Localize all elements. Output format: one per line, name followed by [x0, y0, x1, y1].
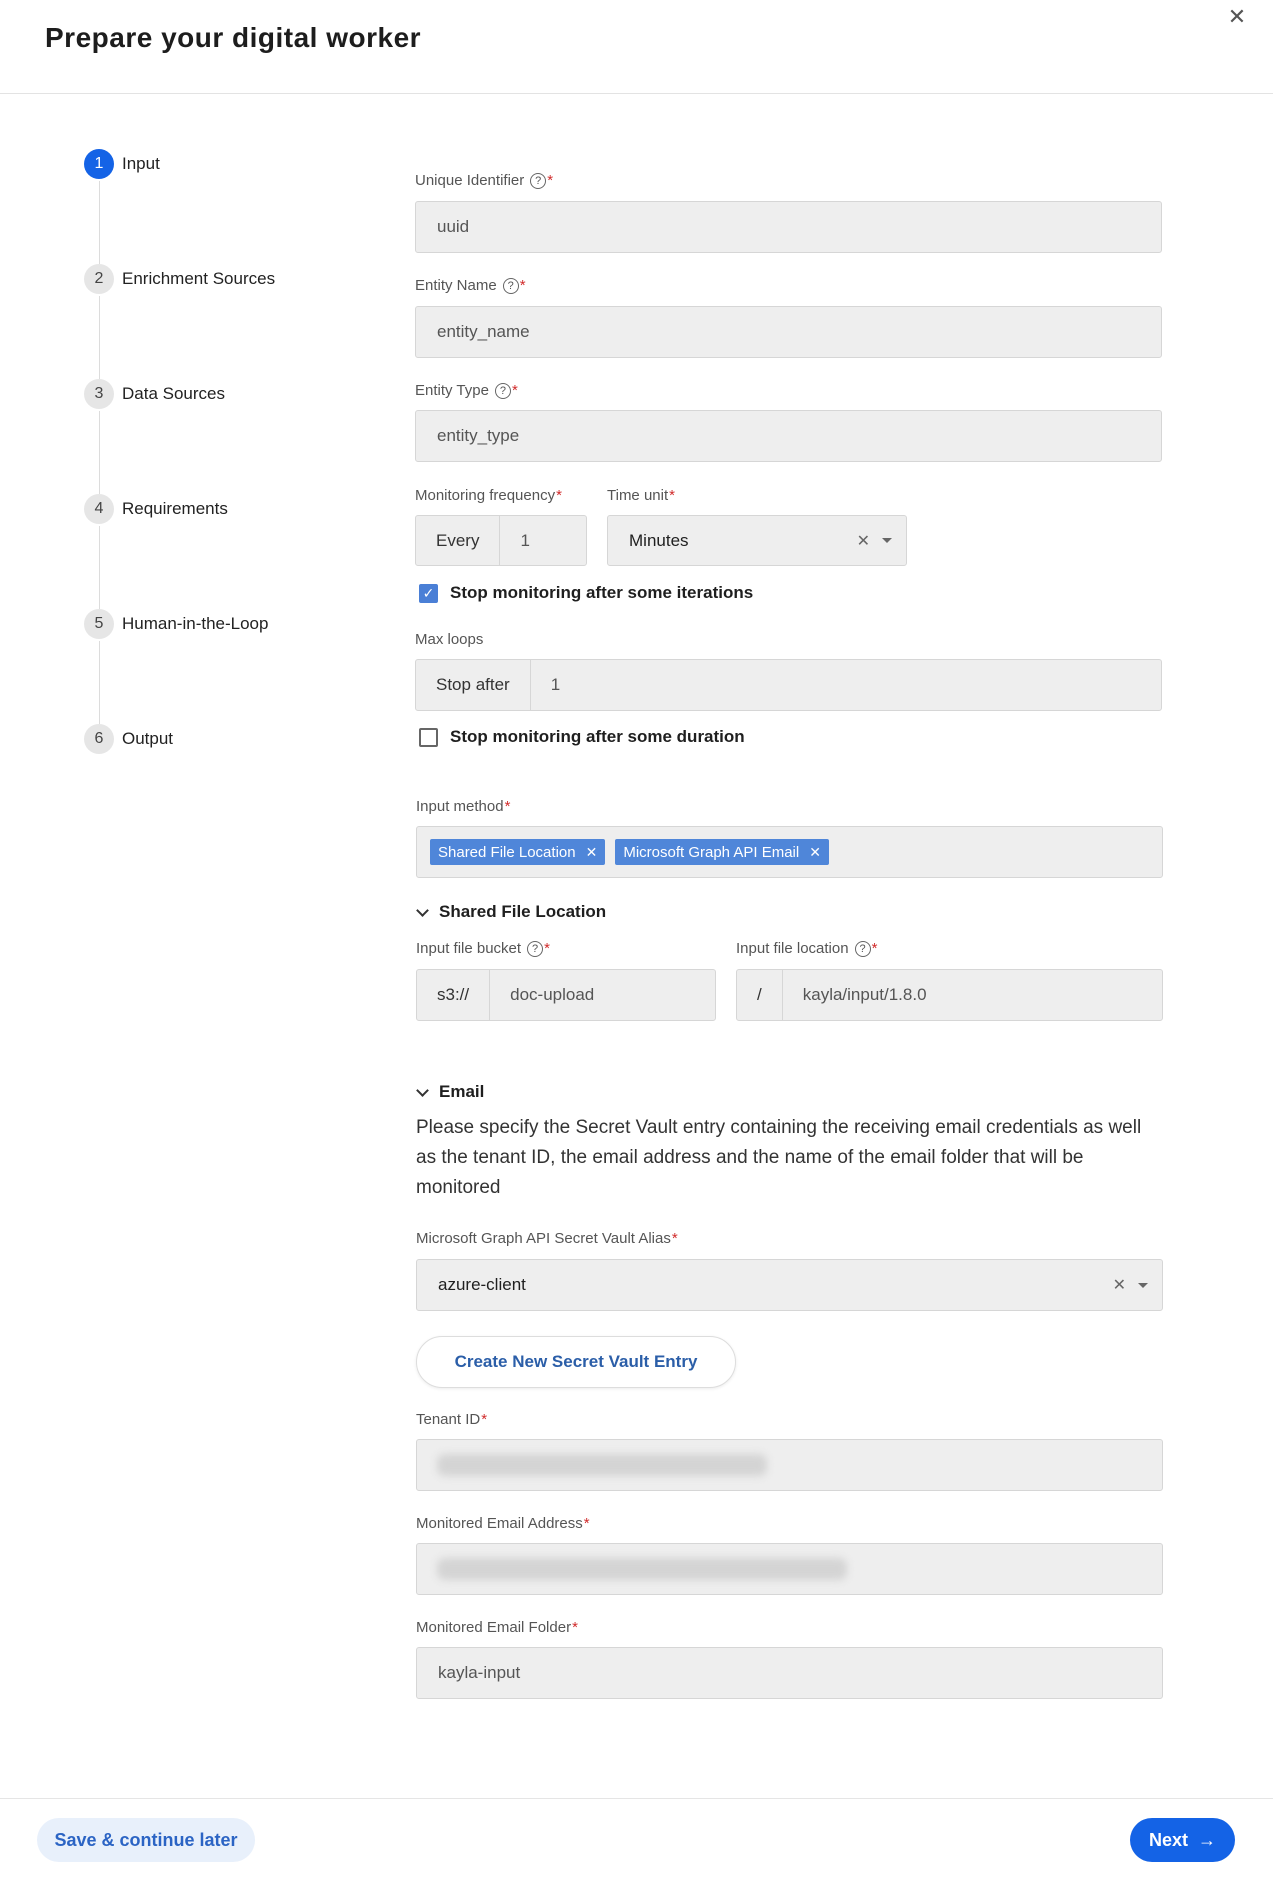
step-output[interactable]: 6 Output	[84, 724, 173, 754]
time-unit-label: Time unit *	[607, 487, 675, 504]
frequency-prefix: Every	[416, 516, 501, 565]
time-unit-select[interactable]: Minutes ✕	[607, 515, 907, 566]
step-number: 6	[84, 724, 114, 754]
clear-icon[interactable]: ✕	[1113, 1275, 1126, 1295]
step-connector	[99, 641, 100, 731]
max-loops-prefix: Stop after	[416, 660, 531, 710]
entity-type-label: Entity Type ? *	[415, 382, 518, 399]
chip-microsoft-graph-api-email: Microsoft Graph API Email ✕	[615, 839, 829, 865]
step-label: Input	[122, 154, 160, 173]
monitored-email-address-input[interactable]	[416, 1543, 1163, 1595]
tenant-id-label: Tenant ID *	[416, 1411, 488, 1428]
help-circle-icon[interactable]: ?	[854, 940, 871, 957]
remove-chip-icon[interactable]: ✕	[586, 844, 598, 861]
redacted-value	[437, 1454, 767, 1476]
help-circle-icon[interactable]: ?	[494, 382, 511, 399]
help-circle-icon[interactable]: ?	[527, 940, 544, 957]
entity-type-input[interactable]: entity_type	[415, 410, 1162, 462]
input-method-multiselect[interactable]: Shared File Location ✕ Microsoft Graph A…	[416, 826, 1163, 878]
step-label: Output	[122, 729, 174, 748]
step-number: 5	[84, 609, 114, 639]
unique-identifier-input[interactable]: uuid	[415, 201, 1162, 253]
step-connector	[99, 296, 100, 386]
monitored-email-address-label: Monitored Email Address *	[416, 1515, 590, 1532]
step-connector	[99, 181, 100, 271]
step-label: Human-in-the-Loop	[122, 614, 269, 633]
input-file-location-input[interactable]: / kayla/input/1.8.0	[736, 969, 1163, 1021]
secret-vault-alias-select[interactable]: azure-client ✕	[416, 1259, 1163, 1311]
page-title: Prepare your digital worker	[45, 22, 422, 53]
step-label: Requirements	[122, 499, 228, 518]
redacted-value	[437, 1558, 847, 1580]
chevron-down-icon[interactable]	[1138, 1282, 1148, 1288]
close-icon[interactable]: ✕	[1224, 4, 1250, 30]
stop-iterations-checkbox[interactable]: ✓ Stop monitoring after some iterations	[419, 583, 753, 603]
help-circle-icon[interactable]: ?	[530, 172, 547, 189]
chevron-down-icon	[416, 1083, 429, 1097]
chevron-down-icon	[416, 903, 429, 917]
step-requirements[interactable]: 4 Requirements	[84, 494, 228, 524]
secret-vault-alias-label: Microsoft Graph API Secret Vault Alias *	[416, 1230, 678, 1247]
entity-name-input[interactable]: entity_name	[415, 306, 1162, 358]
save-continue-later-button[interactable]: Save & continue later	[37, 1818, 255, 1862]
checkmark-icon: ✓	[419, 583, 438, 603]
remove-chip-icon[interactable]: ✕	[809, 844, 821, 861]
step-number: 4	[84, 494, 114, 524]
step-data-sources[interactable]: 3 Data Sources	[84, 379, 225, 409]
chevron-down-icon[interactable]	[882, 538, 892, 543]
step-human-in-the-loop[interactable]: 5 Human-in-the-Loop	[84, 609, 268, 639]
chip-shared-file-location: Shared File Location ✕	[430, 839, 606, 865]
step-enrichment-sources[interactable]: 2 Enrichment Sources	[84, 264, 275, 294]
step-number: 2	[84, 264, 114, 294]
step-label: Data Sources	[122, 384, 225, 403]
step-label: Enrichment Sources	[122, 269, 276, 288]
monitored-email-folder-input[interactable]: kayla-input	[416, 1647, 1163, 1699]
stop-duration-checkbox[interactable]: Stop monitoring after some duration	[419, 727, 745, 747]
input-file-bucket-input[interactable]: s3:// doc-upload	[416, 969, 716, 1021]
monitoring-frequency-input[interactable]: Every 1	[415, 515, 587, 566]
monitored-email-folder-label: Monitored Email Folder *	[416, 1619, 578, 1636]
tenant-id-input[interactable]	[416, 1439, 1163, 1491]
email-section-description: Please specify the Secret Vault entry co…	[416, 1117, 1142, 1198]
email-section-toggle[interactable]: Email	[416, 1082, 484, 1102]
input-method-label: Input method *	[416, 798, 511, 815]
monitoring-frequency-label: Monitoring frequency *	[415, 487, 562, 504]
step-number: 1	[84, 149, 114, 179]
clear-icon[interactable]: ✕	[857, 531, 870, 551]
shared-file-location-section-toggle[interactable]: Shared File Location	[416, 902, 606, 922]
step-number: 3	[84, 379, 114, 409]
next-button[interactable]: Next →	[1130, 1818, 1235, 1862]
step-input[interactable]: 1 Input	[84, 149, 160, 179]
bucket-prefix: s3://	[417, 970, 491, 1020]
step-connector	[99, 411, 100, 501]
step-connector	[99, 526, 100, 616]
location-prefix: /	[737, 970, 783, 1020]
input-file-bucket-label: Input file bucket ? *	[416, 940, 550, 957]
help-circle-icon[interactable]: ?	[502, 277, 519, 294]
dialog-header: Prepare your digital worker	[0, 0, 1273, 94]
unique-identifier-label: Unique Identifier ? *	[415, 172, 554, 189]
entity-name-label: Entity Name ? *	[415, 277, 526, 294]
max-loops-label: Max loops	[415, 631, 484, 648]
max-loops-input[interactable]: Stop after 1	[415, 659, 1162, 711]
input-file-location-label: Input file location ? *	[736, 940, 878, 957]
arrow-right-icon: →	[1198, 1829, 1216, 1850]
create-secret-vault-entry-button[interactable]: Create New Secret Vault Entry	[416, 1336, 736, 1388]
